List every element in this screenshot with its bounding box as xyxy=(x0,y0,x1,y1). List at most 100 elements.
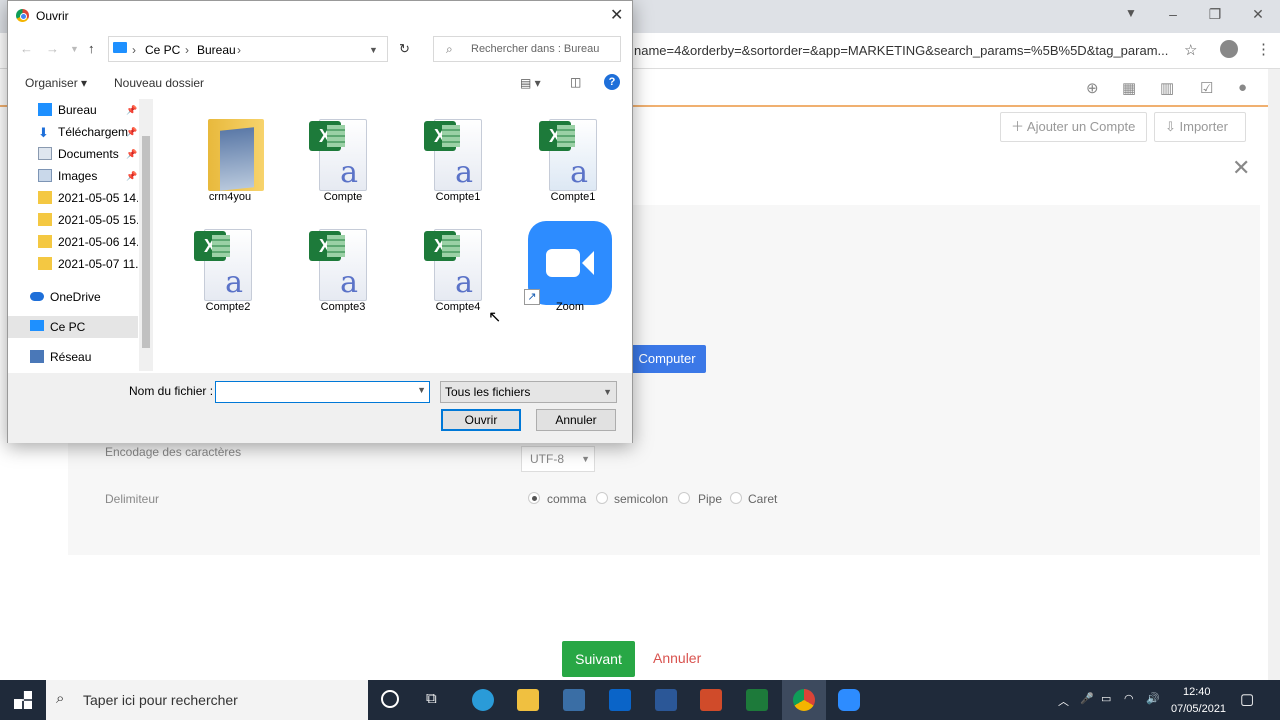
file-name: crm4you xyxy=(208,191,252,203)
url-text[interactable]: name=4&orderby=&sortorder=&app=MARKETING… xyxy=(634,43,1174,58)
dialog-cancel-button[interactable]: Annuler xyxy=(536,409,616,431)
radio-pipe[interactable] xyxy=(678,492,690,504)
dialog-sidebar: Bureau 📌 ⬇ Téléchargeme 📌 Documents 📌 Images… xyxy=(8,99,153,371)
file-item-folder[interactable]: crm4you xyxy=(170,105,270,205)
sidebar-item-images[interactable]: Images 📌 xyxy=(8,165,138,187)
taskbar-date[interactable]: 07/05/2021 xyxy=(1171,703,1226,715)
organize-menu[interactable]: Organiser ▾ xyxy=(25,76,87,90)
preview-pane-icon[interactable]: ◫ xyxy=(570,75,581,89)
documents-icon xyxy=(38,147,52,160)
mail-icon[interactable] xyxy=(609,689,631,711)
wifi-icon[interactable]: ◠ xyxy=(1124,692,1134,705)
sidebar-item-label: 2021-05-07 11.14 xyxy=(58,257,138,271)
radio-caret[interactable] xyxy=(730,492,742,504)
sidebar-item-label: 2021-05-05 14.05 xyxy=(58,191,138,205)
add-icon[interactable]: ⊕ xyxy=(1086,79,1099,97)
breadcrumb-bureau[interactable]: Bureau xyxy=(197,43,236,57)
notification-icon[interactable]: ▢ xyxy=(1240,690,1254,708)
sidebar-item-folder[interactable]: 2021-05-06 14.12 xyxy=(8,231,138,253)
chevron-down-icon[interactable]: ▼ xyxy=(417,385,426,395)
task-view-icon[interactable]: ⧉ xyxy=(426,690,437,707)
browser-menu-icon[interactable]: ⋮ xyxy=(1256,40,1271,58)
back-arrow-icon[interactable]: ← xyxy=(20,41,33,56)
file-item-excel[interactable]: XCompte1 xyxy=(515,105,615,205)
chart-icon[interactable]: ▥ xyxy=(1160,79,1174,97)
volume-icon[interactable]: 🔊 xyxy=(1146,692,1160,705)
file-item-excel[interactable]: XCompte1 xyxy=(400,105,500,205)
new-folder-button[interactable]: Nouveau dossier xyxy=(114,76,204,90)
close-panel-icon[interactable]: ✕ xyxy=(1232,155,1250,181)
cortana-icon[interactable] xyxy=(381,690,399,708)
sidebar-scroll-thumb[interactable] xyxy=(142,136,150,348)
dialog-titlebar[interactable]: Ouvrir ✕ xyxy=(8,1,632,31)
open-button[interactable]: Ouvrir xyxy=(441,409,521,431)
next-button[interactable]: Suivant xyxy=(562,641,635,677)
page-scrollbar[interactable] xyxy=(1268,69,1280,680)
battery-icon[interactable]: ▭ xyxy=(1101,692,1111,705)
bookmark-star-icon[interactable]: ☆ xyxy=(1184,41,1197,59)
tray-expand-icon[interactable]: ︿ xyxy=(1058,693,1069,709)
excel-icon[interactable] xyxy=(746,689,768,711)
encoding-select[interactable]: UTF-8 ▼ xyxy=(521,446,595,472)
forward-arrow-icon[interactable]: → xyxy=(46,41,59,56)
file-explorer-icon[interactable] xyxy=(517,689,539,711)
profile-avatar-icon[interactable] xyxy=(1220,40,1238,58)
edge-icon[interactable] xyxy=(472,689,494,711)
encoding-value: UTF-8 xyxy=(530,452,564,466)
sidebar-item-folder[interactable]: 2021-05-05 14.05 xyxy=(8,187,138,209)
sidebar-item-ce-pc[interactable]: Ce PC xyxy=(8,316,138,338)
path-breadcrumb[interactable]: › Ce PC › Bureau › ▼ xyxy=(108,36,388,62)
file-item-excel[interactable]: XCompte2 xyxy=(170,215,270,315)
help-icon[interactable]: ? xyxy=(604,74,620,90)
sidebar-item-downloads[interactable]: ⬇ Téléchargeme 📌 xyxy=(8,121,138,143)
radio-caret-label: Caret xyxy=(748,492,778,506)
microphone-icon[interactable]: 🎤 xyxy=(1080,692,1094,705)
dialog-search[interactable]: ⌕ Rechercher dans : Bureau xyxy=(433,36,621,62)
sidebar-item-network[interactable]: Réseau xyxy=(8,346,138,368)
close-window-icon[interactable]: ✕ xyxy=(1248,6,1268,23)
import-button[interactable]: ⇩ Importer xyxy=(1154,112,1246,142)
zoom-taskbar-icon[interactable] xyxy=(838,689,860,711)
store-icon[interactable] xyxy=(563,689,585,711)
filename-input[interactable]: ▼ xyxy=(215,381,430,403)
profile-menu-icon[interactable]: ▼ xyxy=(1121,6,1141,20)
radio-comma[interactable] xyxy=(528,492,540,504)
powerpoint-icon[interactable] xyxy=(700,689,722,711)
sidebar-item-folder[interactable]: 2021-05-07 11.14 xyxy=(8,253,138,275)
taskbar-search[interactable]: ⌕ Taper ici pour rechercher xyxy=(46,680,368,720)
cancel-link[interactable]: Annuler xyxy=(653,650,701,666)
sidebar-item-onedrive[interactable]: OneDrive xyxy=(8,286,138,308)
minimize-icon[interactable]: – xyxy=(1163,6,1183,22)
computer-button[interactable]: Computer xyxy=(628,345,706,373)
user-icon[interactable]: ● xyxy=(1238,79,1247,96)
word-icon[interactable] xyxy=(655,689,677,711)
filetype-select[interactable]: Tous les fichiers ▼ xyxy=(440,381,617,403)
restore-icon[interactable]: ❐ xyxy=(1205,6,1225,23)
add-account-button[interactable]: ＋ Ajouter un Compte xyxy=(1000,112,1147,142)
dialog-close-icon[interactable]: ✕ xyxy=(610,5,623,25)
radio-semicolon[interactable] xyxy=(596,492,608,504)
windows-start-icon[interactable] xyxy=(14,691,32,709)
computer-icon xyxy=(30,320,44,331)
sidebar-item-bureau[interactable]: Bureau 📌 xyxy=(8,99,138,121)
taskbar-time[interactable]: 12:40 xyxy=(1183,686,1211,698)
tasks-icon[interactable]: ☑ xyxy=(1200,79,1213,97)
sidebar-item-folder[interactable]: 2021-05-05 15.30 xyxy=(8,209,138,231)
sidebar-item-documents[interactable]: Documents 📌 xyxy=(8,143,138,165)
network-icon xyxy=(30,350,44,363)
up-arrow-icon[interactable]: ↑ xyxy=(88,41,95,56)
breadcrumb-sep-icon: › xyxy=(237,43,241,57)
refresh-icon[interactable]: ↻ xyxy=(399,41,410,57)
pin-icon: 📌 xyxy=(126,149,138,159)
file-item-excel[interactable]: XCompte3 xyxy=(285,215,385,315)
file-item-excel[interactable]: XCompte xyxy=(285,105,385,205)
recent-chevron-icon[interactable]: ▼ xyxy=(70,44,79,54)
path-dropdown-icon[interactable]: ▼ xyxy=(369,45,378,55)
chrome-taskbar-active[interactable] xyxy=(782,680,826,720)
view-options-icon[interactable]: ▤ ▾ xyxy=(520,76,541,90)
file-item-zoom[interactable]: ↗ Zoom xyxy=(504,215,612,315)
sidebar-item-label: 2021-05-05 15.30 xyxy=(58,213,138,227)
calendar-icon[interactable]: ▦ xyxy=(1122,79,1136,97)
breadcrumb-ce-pc[interactable]: Ce PC xyxy=(145,43,180,57)
file-item-excel[interactable]: XCompte4 xyxy=(400,215,500,315)
